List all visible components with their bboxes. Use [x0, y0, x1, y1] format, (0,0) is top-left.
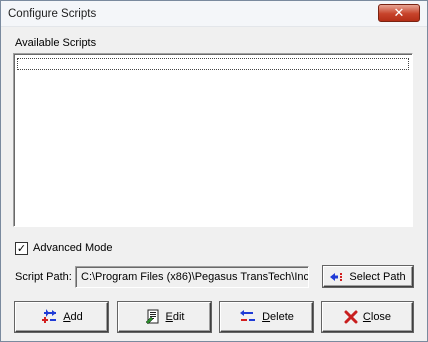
edit-document-icon [145, 309, 161, 325]
select-path-arrows-icon [330, 272, 344, 282]
configure-scripts-dialog: Configure Scripts ✕ Available Scripts ✓ … [0, 0, 428, 342]
list-focus-row[interactable] [17, 58, 409, 70]
add-label: Add [63, 311, 83, 323]
available-scripts-list[interactable] [13, 53, 413, 227]
advanced-mode-checkbox[interactable]: ✓ [15, 241, 28, 255]
close-label: Close [362, 311, 392, 323]
add-arrow-icon [40, 309, 58, 325]
checkmark-icon: ✓ [16, 241, 27, 255]
add-button[interactable]: Add [15, 302, 108, 332]
delete-label: Delete [262, 311, 294, 323]
delete-arrow-icon [239, 309, 257, 325]
select-path-button[interactable]: Select Path [323, 266, 413, 287]
edit-button[interactable]: Edit [118, 302, 211, 332]
window-close-button[interactable]: ✕ [378, 4, 420, 22]
available-scripts-label: Available Scripts [15, 37, 97, 49]
edit-label: Edit [165, 311, 185, 323]
red-x-icon [344, 310, 358, 324]
close-icon: ✕ [393, 5, 405, 21]
delete-button[interactable]: Delete [220, 302, 313, 332]
close-button[interactable]: Close [322, 302, 413, 332]
script-path-field[interactable]: C:\Program Files (x86)\Pegasus TransTech… [75, 266, 309, 288]
title-bar: Configure Scripts ✕ [1, 1, 427, 27]
select-path-label: Select Path [349, 270, 406, 283]
advanced-mode-label[interactable]: Advanced Mode [33, 242, 113, 254]
advanced-mode-row[interactable]: ✓ Advanced Mode [15, 241, 113, 255]
script-path-label: Script Path: [15, 271, 72, 283]
window-title: Configure Scripts [8, 8, 97, 20]
